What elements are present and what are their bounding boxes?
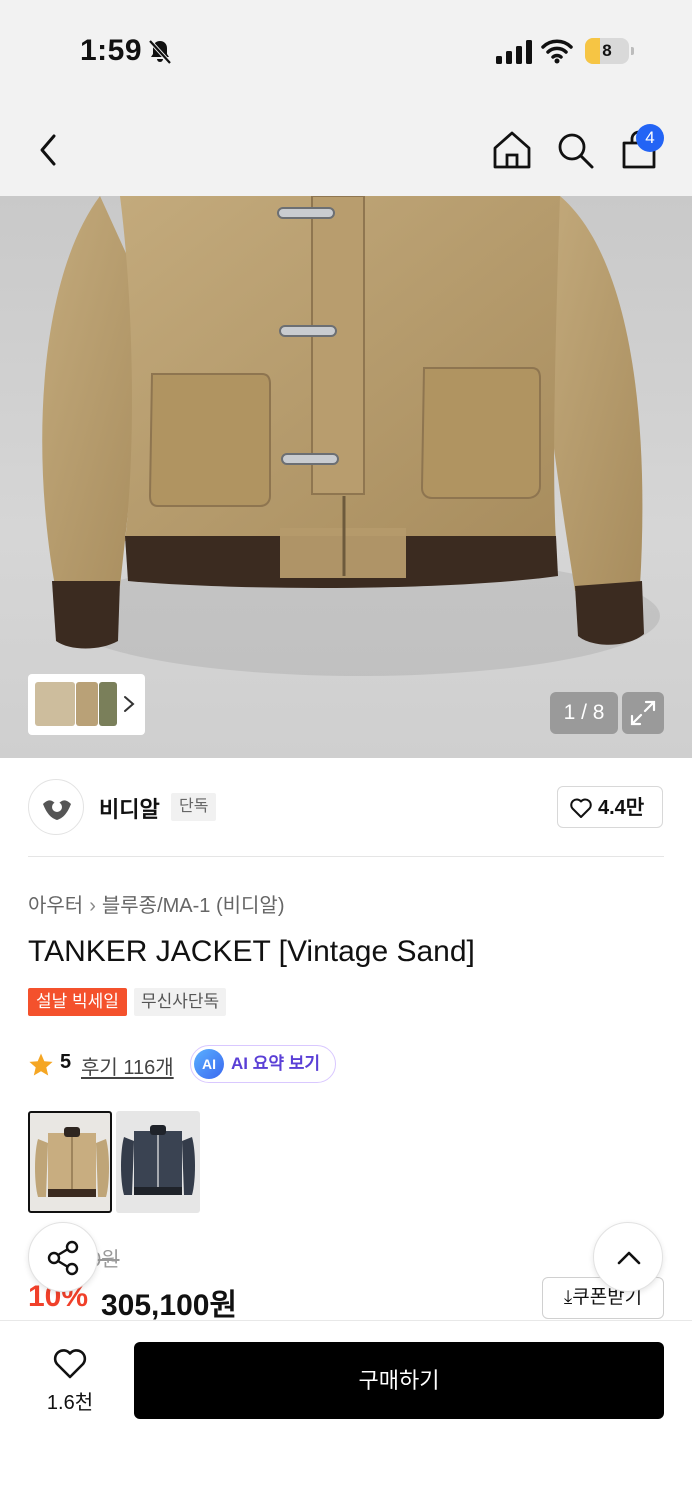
color-option-vintage-sand[interactable]: [28, 1111, 112, 1213]
breadcrumb: 아우터 › 블루종/MA-1 (비디알): [28, 889, 285, 918]
search-icon[interactable]: [553, 128, 597, 172]
brand-exclusive-tag: 단독: [171, 793, 217, 821]
ai-summary-button[interactable]: AI AI 요약 보기: [190, 1045, 336, 1083]
expand-button[interactable]: [622, 692, 664, 734]
color-option-navy[interactable]: [116, 1111, 200, 1213]
chevron-right-icon[interactable]: [122, 692, 136, 716]
chevron-up-icon: [617, 1251, 641, 1265]
jacket-thumbnail: [121, 1125, 195, 1195]
exclusive-badge: 무신사단독: [134, 988, 227, 1016]
bell-slash-icon: [148, 39, 172, 65]
sale-badge: 설날 빅세일: [28, 988, 127, 1016]
breadcrumb-category[interactable]: 아우터: [28, 895, 83, 917]
ai-summary-label: AI 요약 보기: [231, 1054, 321, 1073]
gallery-thumb[interactable]: [35, 682, 75, 726]
top-nav: [0, 100, 692, 196]
chevron-right-icon: ›: [89, 895, 96, 917]
brand-emblem-icon: [43, 800, 71, 820]
star-icon: [29, 1053, 53, 1076]
buy-button[interactable]: 구매하기: [134, 1342, 664, 1419]
gallery-thumbnails[interactable]: [28, 674, 145, 735]
download-icon: ⤓: [563, 1287, 573, 1308]
back-icon[interactable]: [32, 130, 66, 170]
expand-icon: [630, 700, 656, 726]
share-button[interactable]: [28, 1222, 98, 1292]
wishlist-count: 1.6천: [46, 1392, 94, 1414]
divider: [28, 856, 664, 857]
scroll-top-button[interactable]: [593, 1222, 663, 1292]
heart-icon: [53, 1349, 87, 1379]
brand-name[interactable]: 비디알: [99, 792, 160, 824]
brand-like-button[interactable]: 4.4만: [557, 786, 663, 828]
status-time: 1:59: [80, 34, 143, 67]
brand-logo[interactable]: [28, 779, 84, 835]
rating-score: 5: [60, 1051, 72, 1073]
ai-icon: AI: [194, 1049, 224, 1079]
heart-icon: [570, 798, 592, 818]
share-icon: [47, 1240, 79, 1276]
status-bar: 1:59 8: [0, 0, 692, 100]
final-price: 305,100원: [101, 1289, 238, 1322]
signal-icon: [496, 40, 532, 64]
wifi-icon: [541, 39, 573, 64]
gallery-thumb[interactable]: [99, 682, 117, 726]
gallery-counter: 1 / 8: [550, 692, 618, 734]
breadcrumb-subcategory[interactable]: 블루종/MA-1 (비디알): [102, 895, 285, 917]
battery-icon: 8: [585, 38, 635, 64]
jacket-thumbnail: [35, 1127, 109, 1197]
product-title: TANKER JACKET [Vintage Sand]: [28, 935, 475, 968]
gallery-thumb[interactable]: [76, 682, 98, 726]
cart-count-badge: 4: [636, 124, 664, 152]
review-count-link[interactable]: 후기 116개: [81, 1051, 174, 1080]
wishlist-button[interactable]: 1.6천: [30, 1342, 110, 1422]
home-icon[interactable]: [490, 128, 534, 172]
battery-level: 8: [602, 41, 612, 60]
brand-like-count: 4.4만: [598, 797, 645, 819]
